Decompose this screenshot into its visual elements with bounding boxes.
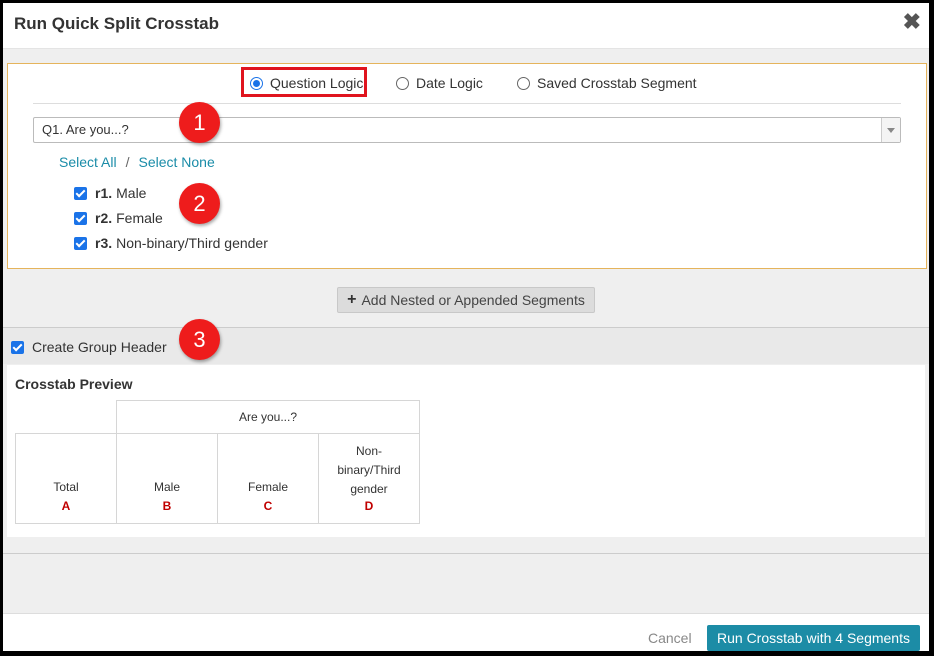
answer-code: r3.: [95, 235, 113, 251]
group-header-label: Create Group Header: [32, 339, 167, 355]
group-header-bar: Create Group Header: [3, 327, 929, 364]
checkbox[interactable]: [74, 211, 87, 225]
column-label: Total: [53, 480, 79, 494]
preview-title: Crosstab Preview: [15, 376, 133, 392]
radio-question-logic[interactable]: Question Logic: [250, 75, 363, 91]
dialog-footer: Cancel Run Crosstab with 4 Segments: [3, 613, 929, 651]
radio-date-logic[interactable]: Date Logic: [396, 75, 483, 91]
logic-type-radios: Question Logic Date Logic Saved Crosstab…: [8, 64, 926, 104]
column-label: Male: [153, 480, 180, 494]
step-badge-2: 2: [179, 183, 220, 224]
answer-code: r2.: [95, 210, 113, 226]
answer-option-r3[interactable]: r3. Non-binary/Third gender: [74, 235, 268, 251]
radio-dot: [396, 76, 409, 90]
group-header-cell: Are you...?: [116, 400, 420, 434]
question-select[interactable]: Q1. Are you...?: [33, 117, 901, 143]
answer-label: Female: [116, 210, 163, 226]
close-icon[interactable]: ✖: [903, 11, 921, 33]
column-letter: A: [61, 499, 71, 513]
preview-column-female: Female C: [217, 433, 319, 524]
column-letter: B: [162, 499, 172, 513]
crosstab-preview: Crosstab Preview Are you...? Total A Mal…: [7, 365, 925, 537]
link-separator: /: [125, 154, 130, 170]
chevron-down-icon[interactable]: [881, 118, 900, 142]
radio-dot: [250, 76, 263, 90]
plus-icon: +: [347, 291, 357, 308]
dialog-body: Question Logic Date Logic Saved Crosstab…: [3, 49, 929, 613]
select-all-link[interactable]: Select All: [59, 154, 117, 170]
create-group-header-checkbox[interactable]: Create Group Header: [11, 339, 167, 355]
column-label: Non-binary/Third gender: [337, 444, 401, 496]
column-letter: C: [263, 499, 273, 513]
dialog-title: Run Quick Split Crosstab: [14, 14, 219, 33]
preview-table: Are you...? Total A Male B Female C Non-…: [15, 400, 420, 524]
preview-column-nonbinary: Non-binary/Third gender D: [318, 433, 420, 524]
step-badge-1: 1: [179, 102, 220, 143]
answer-option-r2[interactable]: r2. Female: [74, 210, 163, 226]
checkbox[interactable]: [74, 186, 87, 200]
column-letter: D: [364, 499, 374, 513]
divider: [33, 103, 901, 104]
add-nested-segments-button[interactable]: + Add Nested or Appended Segments: [337, 287, 595, 313]
divider: [3, 553, 929, 554]
question-select-value: Q1. Are you...?: [42, 122, 129, 137]
radio-saved-crosstab-segment[interactable]: Saved Crosstab Segment: [517, 75, 697, 91]
add-button-label: Add Nested or Appended Segments: [361, 292, 585, 308]
radio-label: Question Logic: [270, 75, 364, 91]
answer-label: Non-binary/Third gender: [116, 235, 268, 251]
logic-panel: Question Logic Date Logic Saved Crosstab…: [7, 63, 927, 269]
preview-column-male: Male B: [116, 433, 218, 524]
column-label: Female: [247, 480, 288, 494]
run-crosstab-button[interactable]: Run Crosstab with 4 Segments: [707, 625, 920, 651]
checkbox[interactable]: [74, 236, 87, 250]
select-none-link[interactable]: Select None: [138, 154, 214, 170]
preview-column-total: Total A: [15, 433, 117, 524]
answer-label: Male: [116, 185, 147, 201]
answer-code: r1.: [95, 185, 113, 201]
radio-label: Date Logic: [416, 75, 483, 91]
radio-dot: [517, 76, 530, 90]
answer-option-r1[interactable]: r1. Male: [74, 185, 146, 201]
quick-split-dialog: Run Quick Split Crosstab ✖ Question Logi…: [3, 3, 929, 651]
blank-header-cell: [15, 400, 117, 434]
radio-label: Saved Crosstab Segment: [537, 75, 697, 91]
step-badge-3: 3: [179, 319, 220, 360]
checkbox[interactable]: [11, 340, 24, 354]
cancel-button[interactable]: Cancel: [648, 630, 692, 646]
select-links: Select All / Select None: [59, 154, 215, 170]
dialog-titlebar: Run Quick Split Crosstab ✖: [3, 3, 929, 49]
